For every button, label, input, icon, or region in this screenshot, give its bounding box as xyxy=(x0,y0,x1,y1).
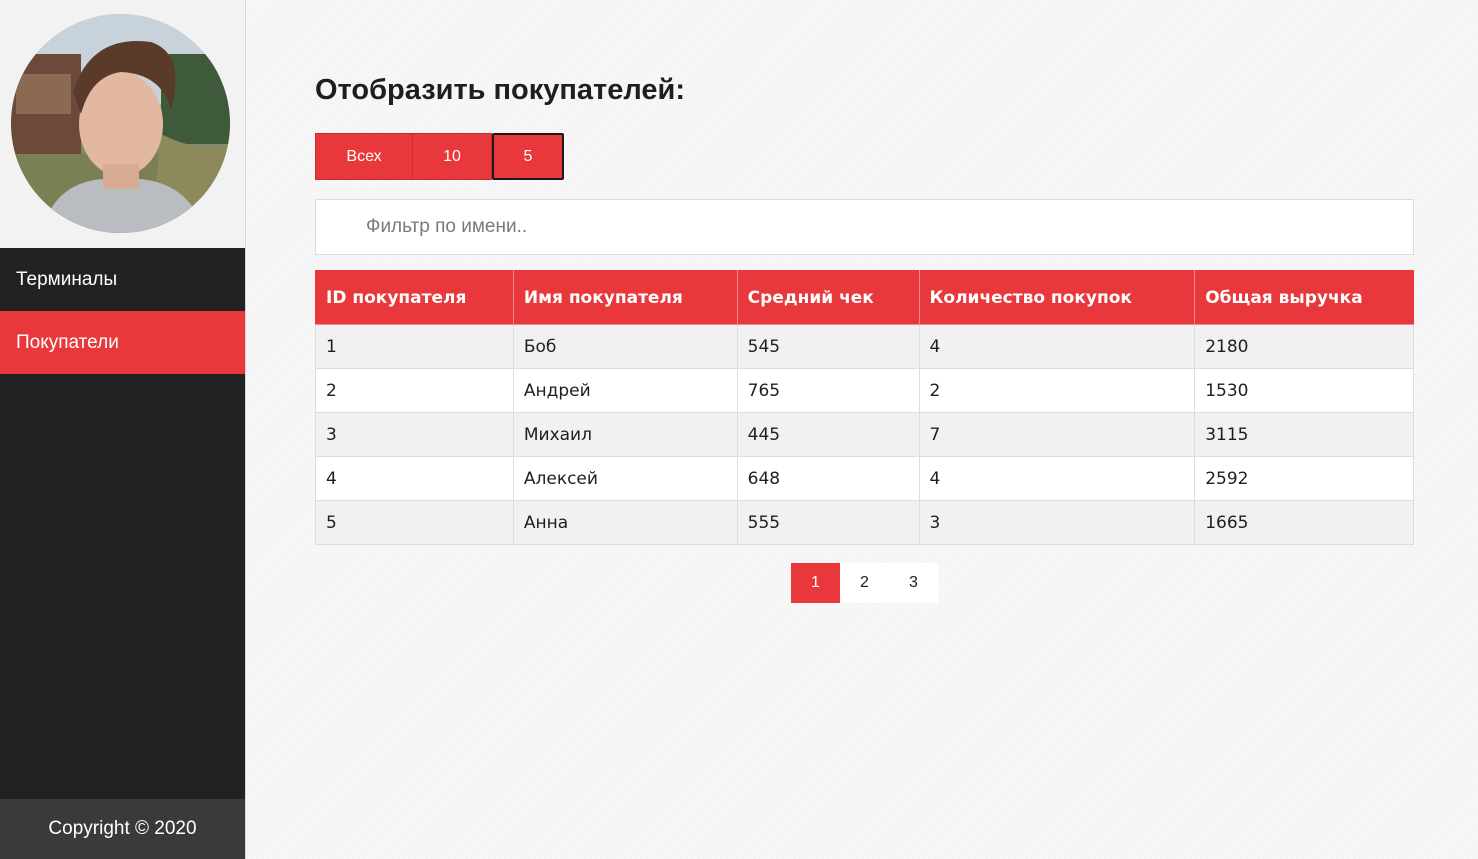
sidebar-item-customers[interactable]: Покупатели xyxy=(0,311,245,374)
page-title: Отобразить покупателей: xyxy=(315,74,686,106)
cell-purchases: 4 xyxy=(918,456,1196,501)
cell-revenue: 1530 xyxy=(1194,368,1414,413)
cell-name: Алексей xyxy=(512,456,738,501)
col-header-name[interactable]: Имя покупателя xyxy=(512,270,738,325)
page-2-button[interactable]: 2 xyxy=(840,563,889,603)
pagination: 1 2 3 xyxy=(791,563,938,603)
name-filter-input[interactable] xyxy=(315,199,1414,255)
copyright: Copyright © 2020 xyxy=(0,799,245,859)
cell-id: 4 xyxy=(315,456,514,501)
cell-avg-check: 445 xyxy=(736,412,920,457)
table-row: 3 Михаил 445 7 3115 xyxy=(315,412,1414,457)
cell-name: Андрей xyxy=(512,368,738,413)
sidebar-item-terminals[interactable]: Терминалы xyxy=(0,248,245,311)
page-size-buttons: Всех 10 5 xyxy=(315,133,564,180)
col-header-id[interactable]: ID покупателя xyxy=(315,270,514,325)
cell-id: 1 xyxy=(315,324,514,369)
table-row: 5 Анна 555 3 1665 xyxy=(315,500,1414,545)
show-5-button[interactable]: 5 xyxy=(492,133,564,180)
cell-revenue: 1665 xyxy=(1194,500,1414,545)
col-header-avg-check[interactable]: Средний чек xyxy=(736,270,920,325)
cell-avg-check: 648 xyxy=(736,456,920,501)
col-header-purchases[interactable]: Количество покупок xyxy=(918,270,1196,325)
customers-table: ID покупателя Имя покупателя Средний чек… xyxy=(315,270,1414,545)
cell-avg-check: 545 xyxy=(736,324,920,369)
divider xyxy=(245,0,246,859)
table-row: 1 Боб 545 4 2180 xyxy=(315,324,1414,369)
cell-revenue: 2592 xyxy=(1194,456,1414,501)
cell-purchases: 4 xyxy=(918,324,1196,369)
col-header-revenue[interactable]: Общая выручка xyxy=(1194,270,1414,325)
cell-revenue: 3115 xyxy=(1194,412,1414,457)
page-1-button[interactable]: 1 xyxy=(791,563,840,603)
cell-name: Анна xyxy=(512,500,738,545)
cell-avg-check: 555 xyxy=(736,500,920,545)
profile-area xyxy=(0,0,245,248)
cell-name: Михаил xyxy=(512,412,738,457)
cell-purchases: 3 xyxy=(918,500,1196,545)
cell-id: 2 xyxy=(315,368,514,413)
cell-id: 3 xyxy=(315,412,514,457)
avatar xyxy=(11,14,230,233)
cell-purchases: 2 xyxy=(918,368,1196,413)
page-3-button[interactable]: 3 xyxy=(889,563,938,603)
table-row: 2 Андрей 765 2 1530 xyxy=(315,368,1414,413)
sidebar: Терминалы Покупатели Copyright © 2020 xyxy=(0,0,245,859)
cell-id: 5 xyxy=(315,500,514,545)
cell-revenue: 2180 xyxy=(1194,324,1414,369)
table-row: 4 Алексей 648 4 2592 xyxy=(315,456,1414,501)
cell-purchases: 7 xyxy=(918,412,1196,457)
show-10-button[interactable]: 10 xyxy=(413,133,492,180)
show-all-button[interactable]: Всех xyxy=(315,133,413,180)
table-header-row: ID покупателя Имя покупателя Средний чек… xyxy=(315,270,1414,325)
cell-name: Боб xyxy=(512,324,738,369)
cell-avg-check: 765 xyxy=(736,368,920,413)
